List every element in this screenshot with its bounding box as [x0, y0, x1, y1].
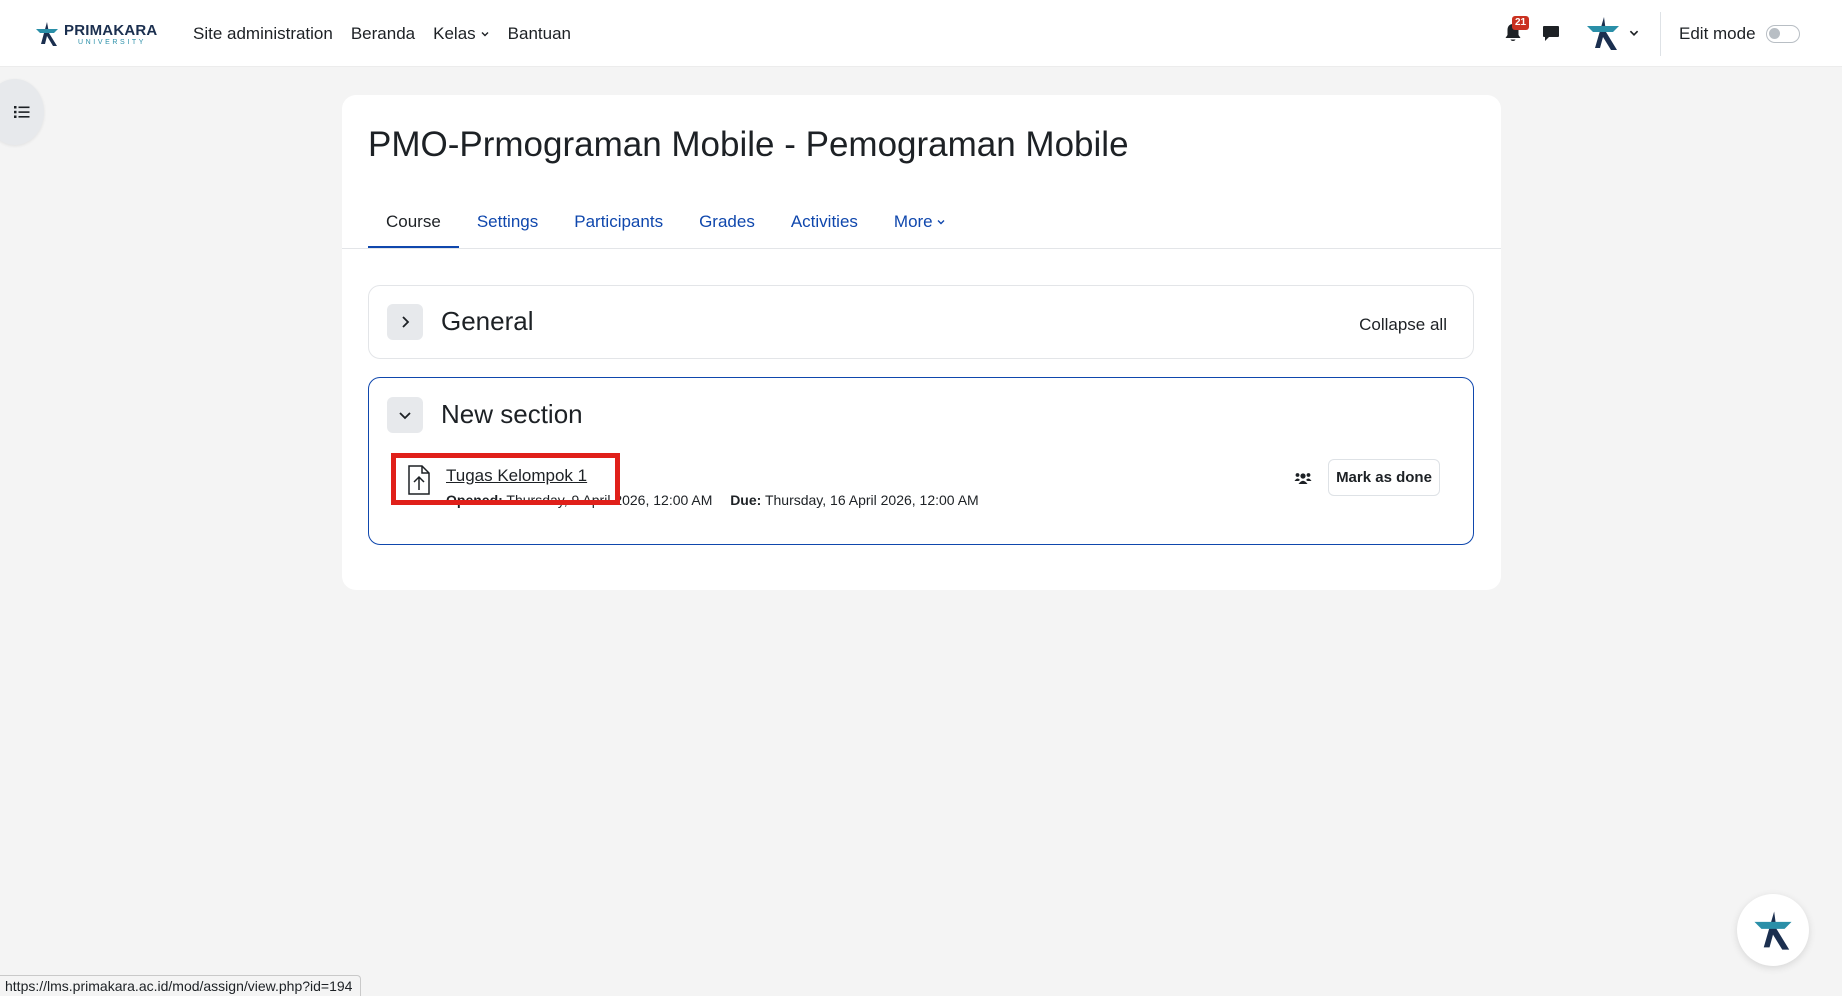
edit-mode-control: Edit mode: [1679, 0, 1800, 67]
user-avatar-icon: [1587, 17, 1619, 50]
floating-help-button[interactable]: [1737, 894, 1809, 966]
chevron-down-icon: [1629, 30, 1639, 36]
nav-bantuan[interactable]: Bantuan: [508, 24, 571, 44]
course-tabs: Course Settings Participants Grades Acti…: [368, 200, 964, 249]
course-main-card: PMO-Prmograman Mobile - Pemograman Mobil…: [342, 95, 1501, 590]
chevron-down-icon: [399, 412, 411, 420]
highlight-annotation-box: [391, 453, 620, 505]
collapse-all-link[interactable]: Collapse all: [1359, 315, 1447, 335]
primakara-logo-icon: [1754, 911, 1792, 950]
nav-site-administration[interactable]: Site administration: [193, 24, 333, 44]
section-general: General Collapse all: [368, 285, 1474, 359]
nav-beranda[interactable]: Beranda: [351, 24, 415, 44]
notification-count-badge: 21: [1512, 16, 1530, 30]
notifications-button[interactable]: 21: [1500, 16, 1530, 46]
logo-sub-text: UNIVERSITY: [78, 38, 147, 46]
edit-mode-label: Edit mode: [1679, 23, 1756, 43]
section-new: New section Tugas Kelompok 1 Opened: Thu…: [368, 377, 1474, 545]
section-general-expand-button[interactable]: [387, 304, 423, 340]
mark-as-done-button[interactable]: Mark as done: [1328, 459, 1440, 496]
site-logo[interactable]: PRIMAKARA UNIVERSITY: [34, 18, 157, 50]
browser-status-url: https://lms.primakara.ac.id/mod/assign/v…: [0, 975, 362, 996]
tab-more-label: More: [893, 212, 933, 231]
section-general-title[interactable]: General: [441, 306, 534, 337]
group-mode-button[interactable]: [1294, 471, 1312, 492]
page-title: PMO-Prmograman Mobile - Pemograman Mobil…: [368, 125, 1129, 164]
chevron-down-icon: [480, 29, 490, 39]
chat-bubble-icon: [1543, 26, 1559, 41]
chevron-down-icon: [937, 220, 945, 225]
users-group-icon: [1294, 473, 1312, 484]
logo-main-text: PRIMAKARA: [64, 21, 158, 39]
navbar-divider: [1660, 12, 1661, 56]
nav-kelas-label: Kelas: [433, 23, 476, 43]
nav-kelas[interactable]: Kelas: [433, 24, 490, 44]
chevron-right-icon: [402, 316, 410, 328]
tab-course[interactable]: Course: [368, 200, 459, 249]
user-menu-button[interactable]: [1582, 12, 1642, 54]
top-navbar: PRIMAKARA UNIVERSITY Site administration…: [0, 0, 1842, 67]
primakara-logo-icon: [36, 22, 58, 46]
course-index-drawer-toggle[interactable]: [0, 79, 44, 145]
tab-participants[interactable]: Participants: [556, 200, 681, 244]
due-label: Due:: [730, 492, 762, 508]
section-new-collapse-button[interactable]: [387, 397, 423, 433]
primary-navigation: Site administration Beranda Kelas Bantua…: [193, 0, 589, 67]
due-value: Thursday, 16 April 2026, 12:00 AM: [764, 492, 979, 508]
edit-mode-toggle[interactable]: [1765, 24, 1800, 43]
tab-settings[interactable]: Settings: [459, 200, 556, 244]
tab-more[interactable]: More: [876, 200, 964, 244]
section-new-title[interactable]: New section: [441, 399, 583, 430]
messages-button[interactable]: [1540, 22, 1562, 44]
tabs-divider: [342, 248, 1501, 249]
tab-activities[interactable]: Activities: [773, 200, 876, 244]
list-icon: [14, 106, 30, 118]
tab-grades[interactable]: Grades: [681, 200, 773, 244]
